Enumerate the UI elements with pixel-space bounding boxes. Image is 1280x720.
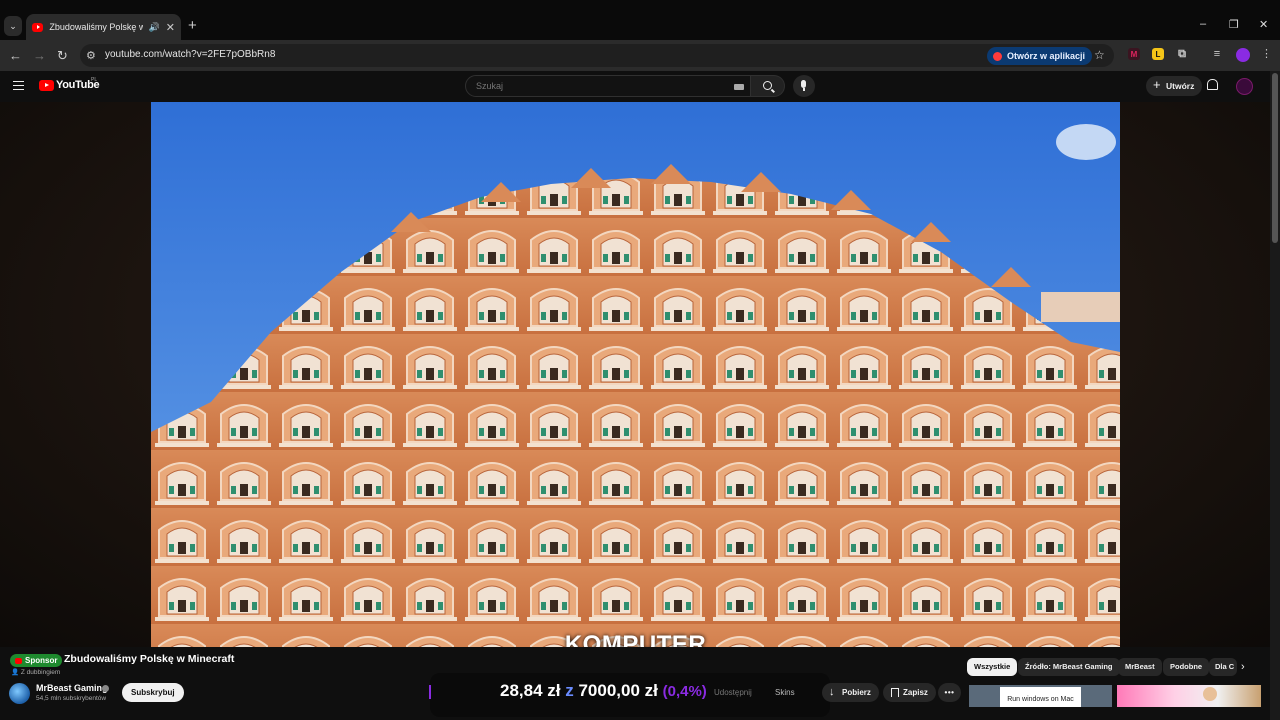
subscriber-count: 54,5 mln subskrybentów xyxy=(36,695,107,702)
chip-all[interactable]: Wszystkie xyxy=(967,658,1018,676)
price-current: 28,84 zł xyxy=(500,681,561,700)
hamburger-menu-icon[interactable] xyxy=(13,81,24,90)
new-tab-button[interactable]: + xyxy=(188,17,197,34)
chip-for-you[interactable]: Dla C xyxy=(1209,658,1237,676)
bookmark-star-icon[interactable]: ☆ xyxy=(1094,48,1105,62)
reload-icon[interactable]: ↻ xyxy=(57,48,68,64)
restore-button[interactable]: ❐ xyxy=(1229,18,1239,31)
more-actions-button[interactable]: ••• xyxy=(938,683,961,702)
video-frame-hawa-mahal xyxy=(151,102,1120,647)
thumbnail-face xyxy=(1203,687,1217,701)
chip-mrbeast[interactable]: MrBeast xyxy=(1118,658,1162,676)
video-title: Zbudowaliśmy Polskę w Minecraft xyxy=(64,653,235,665)
price-percent: (0,4%) xyxy=(662,683,707,700)
speaker-icon[interactable]: 🔊 xyxy=(149,22,160,33)
extension-l-icon[interactable]: L xyxy=(1152,48,1164,60)
recommended-thumbnail[interactable]: Run windows on Mac xyxy=(969,685,1112,707)
url-text[interactable]: youtube.com/watch?v=2FE7pOBbRn8 xyxy=(105,49,275,60)
channel-name[interactable]: MrBeast Gaming xyxy=(36,683,108,693)
video-player[interactable]: KOMPUTER xyxy=(151,102,1120,647)
window-close-button[interactable]: ✕ xyxy=(1259,18,1268,31)
account-avatar[interactable] xyxy=(1236,78,1253,95)
recommended-thumbnail[interactable] xyxy=(1117,685,1261,707)
sponsor-badge[interactable]: Sponsor xyxy=(10,654,63,667)
video-meta-area: Sponsor Zbudowaliśmy Polskę w Minecraft … xyxy=(0,647,1270,720)
extension-m-icon[interactable]: M xyxy=(1128,48,1140,60)
channel-avatar[interactable] xyxy=(9,683,30,704)
browser-toolbar: ← → ↻ ⚙ youtube.com/watch?v=2FE7pOBbRn8 … xyxy=(0,40,1280,71)
save-button[interactable]: Zapisz xyxy=(883,683,936,702)
verified-badge-icon xyxy=(102,685,109,692)
skins-button[interactable]: Skins xyxy=(775,683,795,702)
thumbnail-text: Run windows on Mac xyxy=(1000,687,1081,707)
media-controls-icon[interactable]: ≡ xyxy=(1211,48,1223,60)
page-scrollbar[interactable] xyxy=(1270,71,1280,720)
search-box[interactable] xyxy=(465,75,751,97)
search-button[interactable] xyxy=(751,75,785,97)
price-target: 7000,00 zł xyxy=(578,681,658,700)
youtube-header: YouTube PL Utwórz xyxy=(0,71,1280,102)
dubbing-label: 👤 Z dubbingiem xyxy=(11,669,61,676)
browser-tab-active[interactable]: Zbudowaliśmy Polskę w Minecraft 🔊 ✕ xyxy=(26,14,181,40)
tab-close-icon[interactable]: ✕ xyxy=(166,21,175,34)
keyboard-icon[interactable] xyxy=(734,84,744,90)
subscribe-button[interactable]: Subskrybuj xyxy=(122,683,184,702)
chevron-right-icon[interactable]: › xyxy=(1241,661,1245,673)
browser-profile-avatar[interactable] xyxy=(1236,48,1250,62)
create-button[interactable]: Utwórz xyxy=(1146,75,1203,96)
price-z: z xyxy=(565,681,574,700)
youtube-favicon-icon xyxy=(32,22,44,32)
chip-related[interactable]: Podobne xyxy=(1163,658,1210,676)
back-arrow-icon[interactable]: ← xyxy=(9,48,22,63)
tab-search-dropdown-icon[interactable]: ⌄ xyxy=(4,16,22,36)
browser-menu-icon[interactable]: ⋮ xyxy=(1261,47,1272,60)
region-code: PL xyxy=(91,77,98,83)
share-button-ghost[interactable]: Udostępnij xyxy=(714,688,752,697)
voice-search-mic-icon[interactable] xyxy=(793,75,815,97)
open-in-app-button[interactable]: Otwórz w aplikacji xyxy=(987,47,1093,65)
video-subtitle-caption: KOMPUTER xyxy=(564,631,707,647)
youtube-logo-icon[interactable] xyxy=(39,80,54,91)
chip-source-mrbeast-gaming[interactable]: Źródło: MrBeast Gaming xyxy=(1018,658,1120,676)
scrollbar-thumb[interactable] xyxy=(1272,73,1278,243)
minimize-button[interactable]: – xyxy=(1200,18,1206,30)
price-overlay-text: 28,84 zł z 7000,00 zł (0,4%) xyxy=(500,681,707,701)
search-icon xyxy=(763,81,772,90)
download-button[interactable]: Pobierz xyxy=(822,683,879,702)
overlay-accent-bar xyxy=(429,685,431,699)
forward-arrow-icon[interactable]: → xyxy=(33,48,46,63)
notifications-bell-icon[interactable] xyxy=(1207,79,1218,90)
site-info-icon[interactable]: ⚙ xyxy=(86,49,96,62)
browser-tab-bar: ⌄ Zbudowaliśmy Polskę w Minecraft 🔊 ✕ + … xyxy=(0,0,1280,40)
search-input[interactable] xyxy=(476,81,726,91)
dubbing-text: Z dubbingiem xyxy=(20,669,61,676)
tab-title: Zbudowaliśmy Polskę w Minecraft xyxy=(49,22,143,32)
extensions-puzzle-icon[interactable]: ⧉ xyxy=(1176,48,1188,60)
